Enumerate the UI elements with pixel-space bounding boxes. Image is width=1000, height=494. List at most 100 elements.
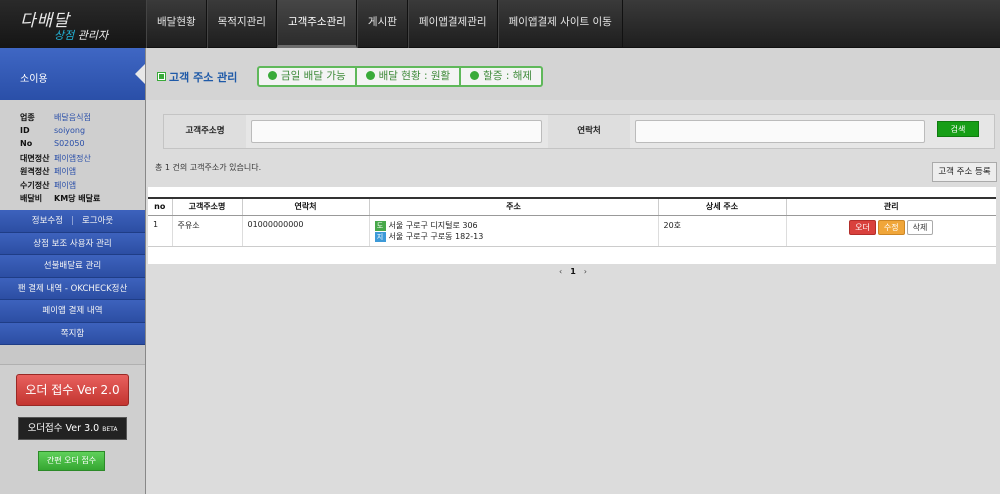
status-text: 금일 배달 가능 bbox=[281, 70, 346, 82]
store-info: 업종 배달음식점 ID soiyong No S02050 대면정산 페이앱정산 원격정… bbox=[0, 100, 145, 210]
col-manage: 관리 bbox=[785, 197, 996, 216]
status-dot-icon bbox=[365, 71, 375, 80]
next-page-icon[interactable]: › bbox=[584, 267, 587, 276]
simple-order-button[interactable]: 간편 오더 접수 bbox=[38, 451, 105, 471]
info-key: No bbox=[20, 139, 33, 148]
order-v3-button[interactable]: 오더접수 Ver 3.0 BETA bbox=[18, 417, 127, 440]
info-key: 업종 bbox=[20, 113, 35, 122]
title-bar: 고객 주소 관리 금일 배달 가능 배달 현황 : 원활 할증 : 해제 bbox=[146, 48, 1000, 100]
name-search-input[interactable] bbox=[251, 120, 542, 143]
store-name: 소이용 bbox=[0, 48, 145, 100]
page-title-text: 고객 주소 관리 bbox=[169, 71, 238, 84]
address-table: no 고객주소명 연락처 주소 상세 주소 관리 1 주유소 010000000… bbox=[148, 197, 996, 247]
search-panel: 고객주소명 연락처 검색 bbox=[163, 114, 995, 149]
main-content: 고객 주소 관리 금일 배달 가능 배달 현황 : 원활 할증 : 해제 고객주… bbox=[146, 48, 1000, 494]
info-row: 업종 배달음식점 bbox=[20, 112, 145, 126]
info-row: 수기정산 페이앱 bbox=[20, 180, 145, 194]
address-table-panel: no 고객주소명 연락처 주소 상세 주소 관리 1 주유소 010000000… bbox=[148, 187, 996, 264]
cell-manage: 오더 수정 삭제 bbox=[785, 215, 996, 247]
sidebar-order-panel: 오더 접수 Ver 2.0 오더접수 Ver 3.0 BETA 간편 오더 접수 bbox=[0, 364, 145, 494]
info-value: 페이앱정산 bbox=[54, 153, 91, 163]
nav-payapp-site[interactable]: 페이앱결제 사이트 이동 bbox=[497, 0, 623, 48]
search-button[interactable]: 검색 bbox=[937, 121, 979, 137]
info-value: soiyong bbox=[54, 125, 86, 135]
logo[interactable]: 다배달 상점 관리자 bbox=[0, 0, 146, 48]
phone-search-input[interactable] bbox=[635, 120, 925, 143]
name-label: 고객주소명 bbox=[164, 115, 246, 148]
logo-sub-rest: 관리자 bbox=[74, 29, 109, 42]
col-name: 고객주소명 bbox=[171, 197, 242, 216]
cell-name: 주유소 bbox=[171, 215, 242, 247]
jibun-address-text: 서울 구로구 구로동 182-13 bbox=[388, 231, 484, 241]
info-key: ID bbox=[20, 125, 30, 135]
order-v2-button[interactable]: 오더 접수 Ver 2.0 bbox=[16, 374, 129, 406]
info-key: 수기정산 bbox=[20, 180, 50, 190]
info-row: 원격정산 페이앱 bbox=[20, 166, 145, 180]
cell-phone: 01000000000 bbox=[241, 215, 369, 247]
account-links: 정보수정 | 로그아웃 bbox=[0, 210, 145, 233]
sidebar: 소이용 업종 배달음식점 ID soiyong No S02050 대면정산 페이앱정산… bbox=[0, 48, 146, 494]
pagination: ‹ 1 › bbox=[555, 267, 591, 276]
result-count: 총 1 건의 고객주소가 있습니다. bbox=[155, 163, 262, 172]
order-v3-label: 오더접수 Ver 3.0 bbox=[27, 423, 100, 434]
info-row: No S02050 bbox=[20, 139, 145, 153]
logo-sub-accent: 상점 bbox=[54, 29, 75, 42]
cell-no: 1 bbox=[148, 215, 172, 247]
account-edit-link[interactable]: 정보수정 bbox=[32, 216, 63, 226]
page-number[interactable]: 1 bbox=[570, 267, 576, 276]
sidebar-item-messages[interactable]: 쪽지함 bbox=[0, 322, 145, 345]
separator: | bbox=[71, 216, 74, 226]
sidebar-item-fan-payment[interactable]: 팬 결제 내역 - OKCHECK정산 bbox=[0, 277, 145, 300]
sidebar-item-sub-users[interactable]: 상점 보조 사용자 관리 bbox=[0, 232, 145, 255]
main-nav: 배달현황 목적지관리 고객주소관리 게시판 페이앱결제관리 페이앱결제 사이트 … bbox=[146, 0, 623, 48]
status-text: 할증 : 해제 bbox=[483, 70, 533, 82]
col-phone: 연락처 bbox=[241, 197, 369, 216]
info-value: 페이앱 bbox=[54, 180, 77, 190]
info-value: 배달음식점 bbox=[54, 113, 91, 122]
sidebar-item-payapp-history[interactable]: 페이앱 결제 내역 bbox=[0, 300, 145, 323]
info-row: ID soiyong bbox=[20, 126, 145, 140]
info-row: 대면정산 페이앱정산 bbox=[20, 153, 145, 167]
sidebar-item-prepaid[interactable]: 선불배달료 관리 bbox=[0, 255, 145, 278]
nav-customer-address[interactable]: 고객주소관리 bbox=[276, 0, 357, 48]
status-text: 배달 현황 : 원활 bbox=[378, 70, 451, 82]
table-header-row: no 고객주소명 연락처 주소 상세 주소 관리 bbox=[148, 197, 996, 216]
nav-delivery-status[interactable]: 배달현황 bbox=[146, 0, 207, 48]
col-address: 주소 bbox=[368, 197, 658, 216]
status-dot-icon bbox=[470, 71, 480, 80]
square-bullet-icon bbox=[157, 72, 166, 81]
logout-link[interactable]: 로그아웃 bbox=[82, 216, 113, 226]
info-row: 배달비 KM당 배달료 bbox=[20, 193, 145, 207]
status-delivery-available: 금일 배달 가능 bbox=[259, 68, 357, 85]
table-row: 1 주유소 01000000000 도 서울 구로구 디지털로 306 지 서울 구… bbox=[148, 215, 996, 247]
nav-board[interactable]: 게시판 bbox=[356, 0, 408, 48]
info-key: 원격정산 bbox=[20, 167, 50, 176]
status-dot-icon bbox=[268, 71, 277, 80]
beta-badge: BETA bbox=[102, 426, 118, 433]
jibun-tag-icon: 지 bbox=[374, 231, 386, 242]
col-no: no bbox=[148, 197, 172, 216]
top-header: 다배달 상점 관리자 배달현황 목적지관리 고객주소관리 게시판 페이앱결제관리… bbox=[0, 0, 1000, 48]
prev-page-icon[interactable]: ‹ bbox=[559, 267, 562, 276]
cell-address: 도 서울 구로구 디지털로 306 지 서울 구로구 구로동 182-13 bbox=[368, 215, 658, 247]
status-surcharge: 할증 : 해제 bbox=[461, 68, 541, 85]
logo-sub-text: 상점 관리자 bbox=[54, 27, 108, 43]
nav-destination[interactable]: 목적지관리 bbox=[206, 0, 277, 48]
cell-detail: 20호 bbox=[657, 215, 786, 247]
order-button[interactable]: 오더 bbox=[849, 219, 876, 235]
edit-button[interactable]: 수정 bbox=[877, 219, 905, 235]
delete-button[interactable]: 삭제 bbox=[906, 219, 934, 235]
info-value: KM당 배달료 bbox=[54, 194, 101, 203]
register-address-button[interactable]: 고객 주소 등록 bbox=[932, 162, 997, 182]
page-title: 고객 주소 관리 bbox=[157, 69, 238, 85]
col-detail: 상세 주소 bbox=[657, 197, 786, 216]
road-tag-icon: 도 bbox=[374, 220, 386, 231]
nav-payapp-manage[interactable]: 페이앱결제관리 bbox=[407, 0, 498, 48]
info-value: S02050 bbox=[54, 139, 85, 148]
jibun-address: 지 서울 구로구 구로동 182-13 bbox=[374, 231, 653, 242]
road-address: 도 서울 구로구 디지털로 306 bbox=[374, 220, 653, 231]
status-delivery-condition: 배달 현황 : 원활 bbox=[357, 68, 462, 85]
info-key: 대면정산 bbox=[20, 153, 50, 163]
info-value: 페이앱 bbox=[54, 167, 77, 176]
phone-label: 연락처 bbox=[548, 115, 630, 148]
